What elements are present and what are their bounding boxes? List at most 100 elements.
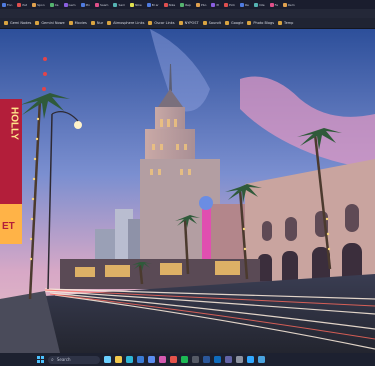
folder-icon (107, 21, 112, 25)
browser-tab[interactable]: Saam (93, 1, 111, 8)
browser-tab[interactable]: Pi (209, 1, 221, 8)
folder-icon (4, 21, 8, 25)
edge-icon[interactable] (126, 356, 133, 363)
tab-title: Pat (22, 2, 28, 7)
tab-favicon-icon (2, 2, 6, 7)
bookmark-label: NYPOST (184, 21, 199, 25)
bookmark-item[interactable]: Movies (68, 21, 87, 25)
browser-tab-strip: Fon Pat Spon Xa Gem Pix Saam Sam Nike Bl ar Nike Re… (0, 0, 375, 9)
theater-neon-sign: HOLLY (9, 107, 20, 140)
folder-icon (247, 21, 252, 25)
photos-icon[interactable] (159, 356, 166, 363)
bookmark-label: Temp (284, 21, 294, 25)
bookmark-item[interactable]: Google (225, 21, 243, 25)
search-icon: ⌕ (51, 356, 54, 363)
bookmark-item[interactable]: NYPOST (178, 21, 199, 25)
browser-tab[interactable]: Spon (30, 1, 47, 8)
tab-favicon-icon (146, 2, 151, 7)
browser-tab[interactable]: Pix (79, 1, 92, 8)
tab-title: Pi (216, 2, 220, 7)
bookmark-label: Google (231, 21, 244, 25)
bookmark-item[interactable]: Atmosphere Links (107, 21, 144, 25)
tab-favicon-icon (282, 2, 287, 7)
browser-tab[interactable]: Gem (62, 1, 78, 8)
tab-favicon-icon (113, 2, 118, 7)
tab-favicon-icon (180, 2, 185, 7)
bookmark-item[interactable]: Soundt (202, 21, 222, 25)
browser-tab[interactable]: Nike (128, 1, 144, 8)
browser-tab[interactable]: Xa (48, 1, 61, 8)
browser-tab[interactable]: Nike (162, 1, 178, 8)
folder-icon (225, 21, 230, 25)
bookmark-item[interactable]: Gemini Nowe (35, 21, 65, 25)
tab-favicon-icon (163, 2, 168, 7)
tab-favicon-icon (17, 2, 22, 7)
terminal-icon[interactable] (192, 356, 199, 363)
tab-favicon-icon (269, 2, 274, 7)
tab-title: Nike (135, 2, 142, 7)
bookmark-label: Soundt (208, 21, 222, 25)
tab-favicon-icon (49, 2, 54, 7)
tab-title: Re (245, 2, 249, 7)
taskbar-search[interactable]: ⌕ Search (48, 355, 100, 364)
bookmark-label: Nur (96, 21, 104, 25)
bookmark-label: Atmosphere Links (113, 21, 145, 25)
browser-tab[interactable]: Pbo (194, 1, 209, 8)
browser-tab[interactable]: Inte (252, 1, 267, 8)
bookmark-label: Gemini Nowe (41, 21, 65, 25)
browser-tab[interactable]: Rep (178, 1, 193, 8)
tab-title: Saam (99, 2, 109, 7)
browser-tab[interactable]: Fon (0, 1, 14, 8)
folder-icon (35, 21, 40, 25)
bookmark-item[interactable]: Temp (278, 21, 293, 25)
start-button[interactable] (37, 356, 44, 363)
settings-icon[interactable] (236, 356, 243, 363)
bookmark-label: Photo Blogs (253, 21, 275, 25)
store-icon[interactable] (148, 356, 155, 363)
folder-icon (68, 21, 73, 25)
bookmark-label: Gemi Nodes (10, 21, 32, 25)
bookmarks-bar: Gemi Nodes Gemini Nowe Movies Nur Atmosphere… (0, 18, 375, 29)
lightroom-icon[interactable] (258, 356, 265, 363)
tab-title: Pix (85, 2, 90, 7)
folder-icon (202, 21, 207, 25)
browser-tab[interactable]: Fa (268, 1, 280, 8)
tab-favicon-icon (211, 2, 216, 7)
file-explorer-icon[interactable] (115, 356, 122, 363)
bookmark-item[interactable]: Oscar Links (148, 21, 175, 25)
tab-title: Rep (185, 2, 191, 7)
mail-icon[interactable] (137, 356, 144, 363)
browser-tab[interactable]: Pat (15, 1, 29, 8)
teams-icon[interactable] (225, 356, 232, 363)
tab-favicon-icon (32, 2, 37, 7)
tab-favicon-icon (63, 2, 68, 7)
tab-favicon-icon (224, 2, 229, 7)
folder-icon (90, 21, 95, 25)
bookmark-label: Movies (74, 21, 87, 25)
folder-icon (148, 21, 153, 25)
outlook-icon[interactable] (214, 356, 221, 363)
tab-title: Pick (229, 2, 236, 7)
word-icon[interactable] (203, 356, 210, 363)
windows-taskbar: ⌕ Search (0, 353, 375, 366)
tab-favicon-icon (80, 2, 85, 7)
browser-tab[interactable]: Bl ar (145, 1, 161, 8)
browser-toolbar (0, 9, 375, 18)
search-placeholder: Search (56, 357, 71, 362)
spotify-icon[interactable] (181, 356, 188, 363)
chrome-icon[interactable] (170, 356, 177, 363)
bookmark-item[interactable]: Photo Blogs (247, 21, 274, 25)
folder-icon (278, 21, 283, 25)
browser-tab[interactable]: Sam (111, 1, 127, 8)
browser-tab[interactable]: Re (238, 1, 251, 8)
browser-tab[interactable]: Pick (222, 1, 237, 8)
bookmark-item[interactable]: Gemi Nodes (4, 21, 31, 25)
copilot-icon[interactable] (104, 356, 111, 363)
photoshop-icon[interactable] (247, 356, 254, 363)
tab-favicon-icon (253, 2, 258, 7)
browser-tab[interactable]: Rem (281, 1, 297, 8)
tab-favicon-icon (94, 2, 99, 7)
bookmark-item[interactable]: Nur (90, 21, 104, 25)
tab-title: Inte (258, 2, 265, 7)
tab-title: Fa (274, 2, 278, 7)
